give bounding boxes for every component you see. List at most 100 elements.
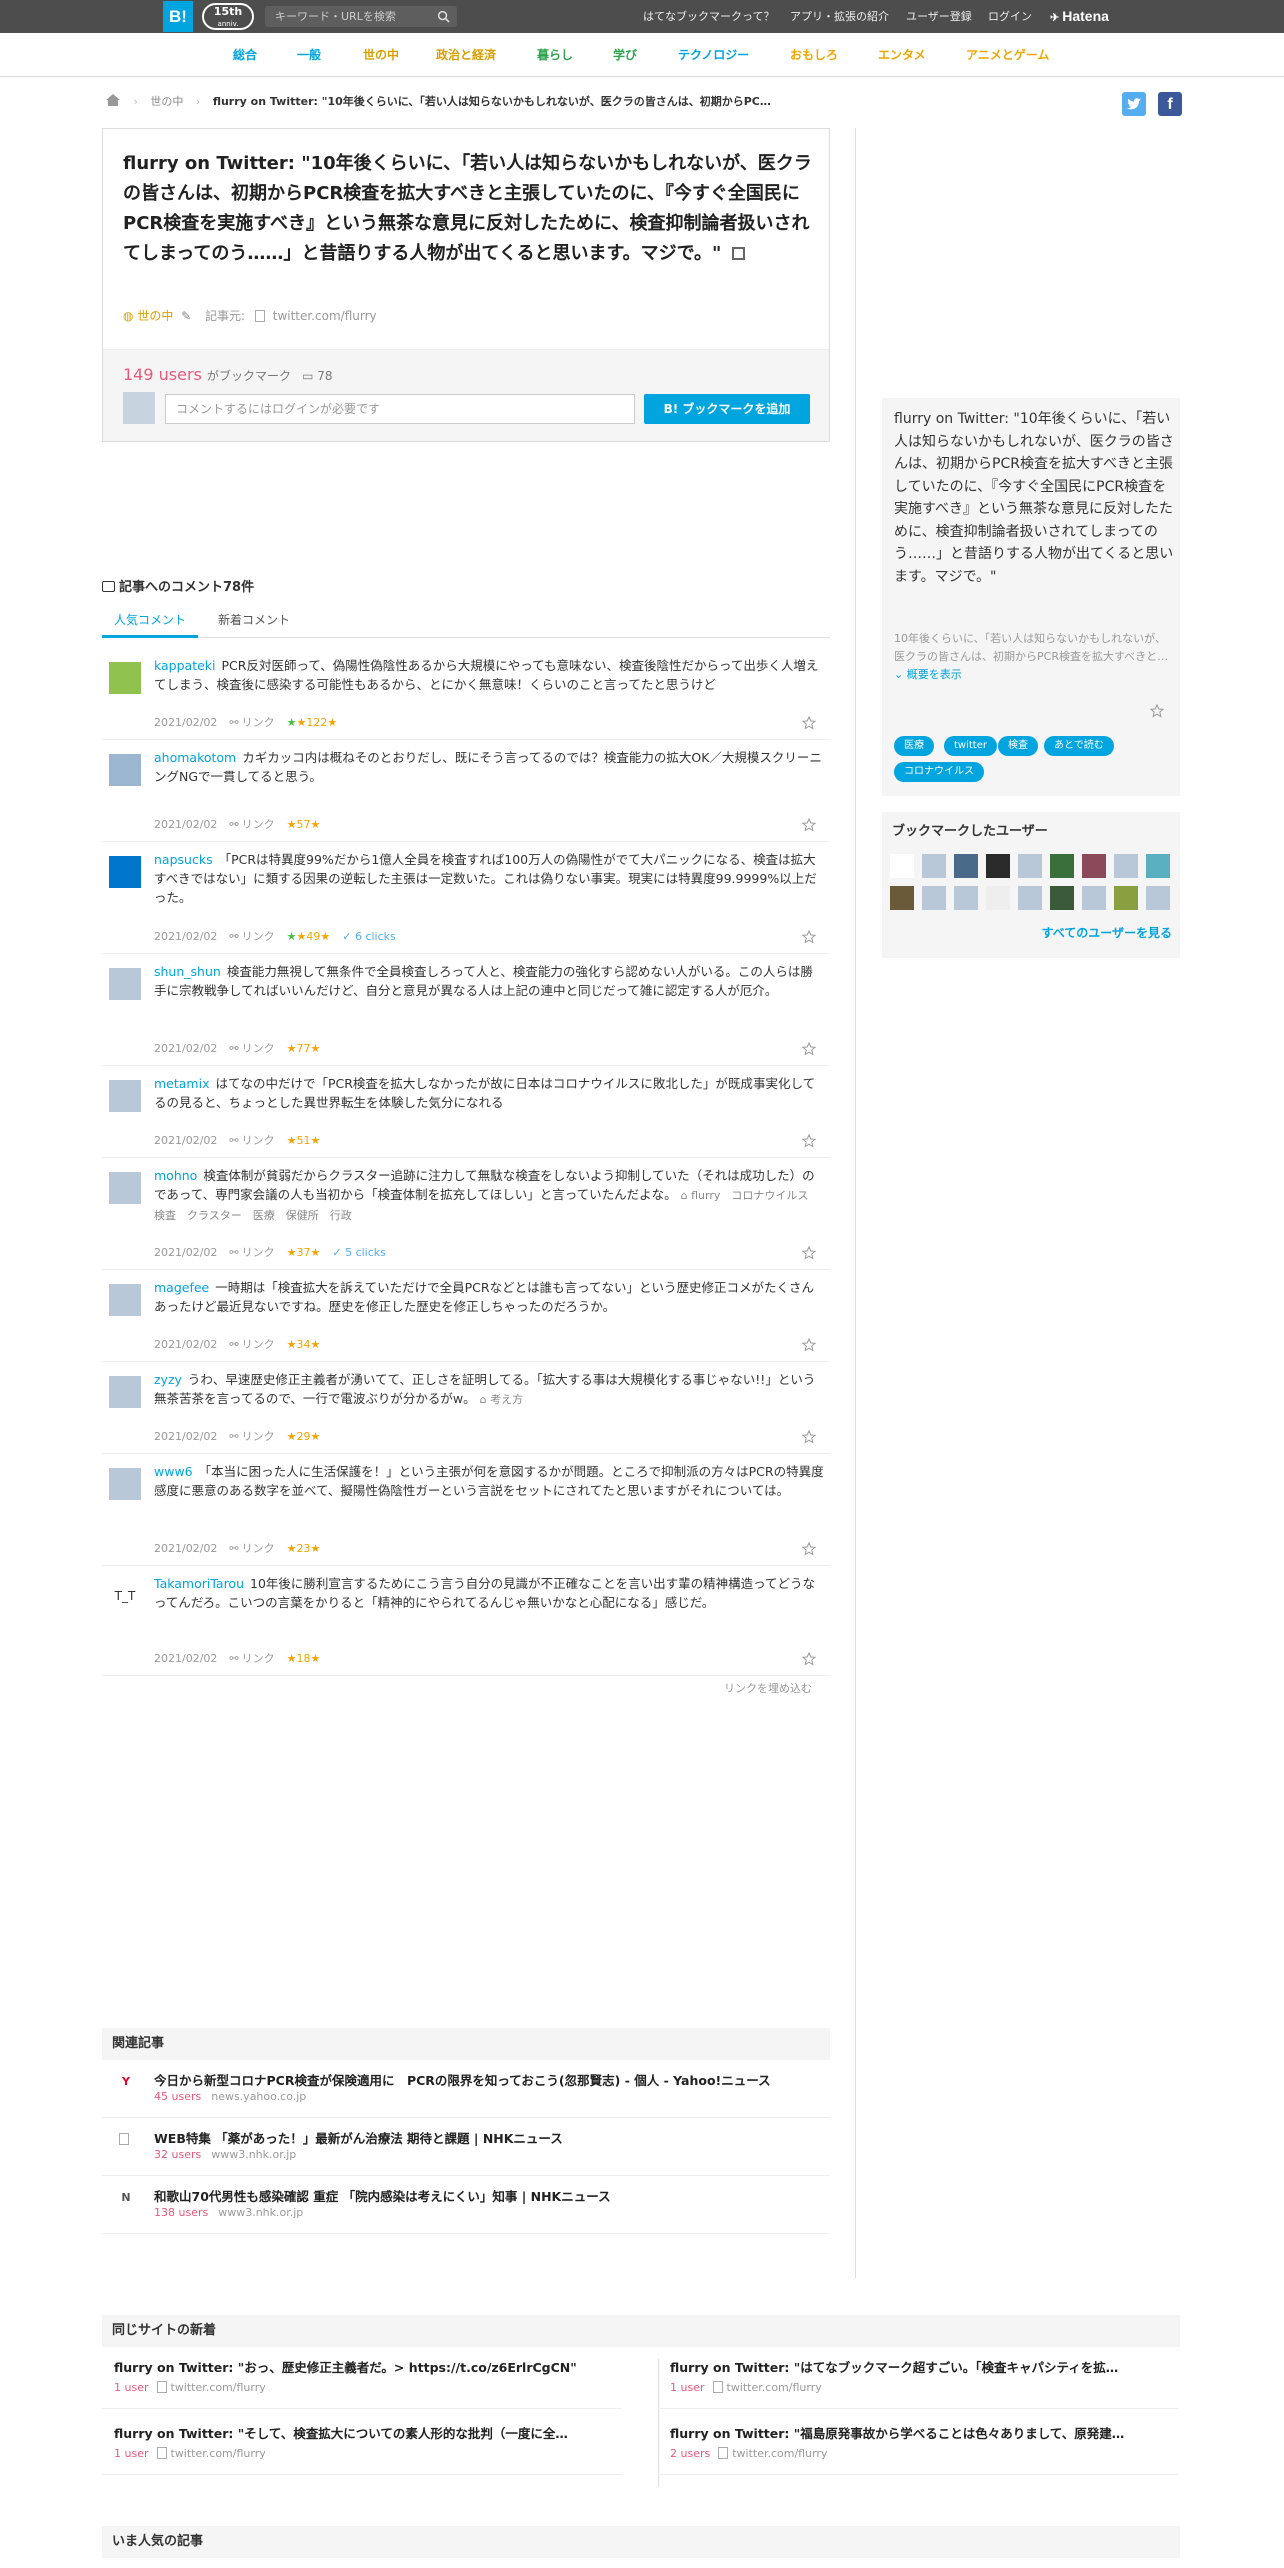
see-all-users-link[interactable]: すべてのユーザーを見る bbox=[1042, 924, 1172, 941]
show-summary-link[interactable]: ⌄ 概要を表示 bbox=[894, 668, 962, 681]
comment-permalink[interactable]: リンク bbox=[242, 1542, 275, 1555]
summary-title[interactable]: flurry on Twitter: "10年後くらいに、「若い人は知らないかも… bbox=[894, 408, 1174, 588]
star-count[interactable]: ★18★ bbox=[287, 1652, 321, 1665]
star-add-icon[interactable] bbox=[801, 715, 817, 730]
related-users[interactable]: 45 users bbox=[154, 2090, 201, 2103]
avatar[interactable] bbox=[109, 1376, 141, 1408]
cat-entertainment[interactable]: エンタメ bbox=[878, 33, 926, 77]
user-avatar[interactable] bbox=[890, 886, 914, 910]
star-count[interactable]: ★51★ bbox=[287, 1134, 321, 1147]
cat-game[interactable]: アニメとゲーム bbox=[966, 33, 1049, 77]
comment-permalink[interactable]: リンク bbox=[242, 1338, 275, 1351]
home-icon[interactable] bbox=[105, 93, 121, 107]
comment-user[interactable]: napsucks bbox=[154, 852, 213, 867]
user-avatar[interactable] bbox=[1114, 886, 1138, 910]
star-add-icon[interactable] bbox=[801, 1337, 817, 1352]
same-site-item[interactable]: flurry on Twitter: "おっ、歴史修正主義者だ。> https:… bbox=[102, 2347, 622, 2409]
cat-economics[interactable]: 政治と経済 bbox=[436, 33, 496, 77]
comment-user[interactable]: TakamoriTarou bbox=[154, 1576, 244, 1591]
same-site-item[interactable]: flurry on Twitter: "はてなブックマーク超すごい。「検査キャパ… bbox=[658, 2347, 1178, 2409]
tag-medical[interactable]: 医療 bbox=[894, 736, 934, 756]
star-count[interactable]: ★37★ bbox=[287, 1246, 321, 1259]
same-site-title[interactable]: flurry on Twitter: "はてなブックマーク超すごい。「検査キャパ… bbox=[670, 2357, 1170, 2376]
comment-permalink[interactable]: リンク bbox=[242, 716, 275, 729]
related-item[interactable]: Y 今日から新型コロナPCR検査が保険適用に PCRの限界を知っておこう(忽那賢志… bbox=[102, 2060, 830, 2118]
tab-popular-comments[interactable]: 人気コメント bbox=[102, 604, 199, 638]
click-count[interactable]: ✓ 6 clicks bbox=[342, 930, 396, 943]
cat-social[interactable]: 世の中 bbox=[363, 33, 399, 77]
tab-new-comments[interactable]: 新着コメント bbox=[206, 604, 302, 638]
add-bookmark-button[interactable]: B! ブックマークを追加 bbox=[644, 394, 810, 424]
comment-user[interactable]: mohno bbox=[154, 1168, 197, 1183]
star-add-icon[interactable] bbox=[801, 929, 817, 944]
user-avatar[interactable] bbox=[1018, 886, 1042, 910]
cat-knowledge[interactable]: 学び bbox=[613, 33, 637, 77]
register-link[interactable]: ユーザー登録 bbox=[906, 0, 972, 33]
comment-permalink[interactable]: リンク bbox=[242, 930, 275, 943]
star-add-icon[interactable] bbox=[801, 1541, 817, 1556]
avatar[interactable]: T_T bbox=[109, 1580, 141, 1612]
entry-category[interactable]: 世の中 bbox=[137, 309, 173, 323]
same-site-users[interactable]: 1 user bbox=[670, 2381, 705, 2394]
user-avatar[interactable] bbox=[1050, 886, 1074, 910]
twitter-share-icon[interactable] bbox=[1122, 92, 1146, 116]
star-add-icon[interactable] bbox=[801, 817, 817, 832]
comment-user[interactable]: www6 bbox=[154, 1464, 193, 1479]
comment-permalink[interactable]: リンク bbox=[242, 1652, 275, 1665]
entry-source[interactable]: twitter.com/flurry bbox=[273, 309, 377, 323]
comment-permalink[interactable]: リンク bbox=[242, 818, 275, 831]
same-site-users[interactable]: 1 user bbox=[114, 2447, 149, 2460]
user-avatar[interactable] bbox=[954, 886, 978, 910]
related-item[interactable]: WEB特集 「薬があった！」最新がん治療法 期待と課題 | NHKニュース 32 … bbox=[102, 2118, 830, 2176]
same-site-title[interactable]: flurry on Twitter: "おっ、歴史修正主義者だ。> https:… bbox=[114, 2357, 614, 2376]
same-site-title[interactable]: flurry on Twitter: "そして、検査拡大についての素人形的な批判… bbox=[114, 2423, 614, 2442]
comment-user[interactable]: magefee bbox=[154, 1280, 209, 1295]
comment-user[interactable]: shun_shun bbox=[154, 964, 221, 979]
user-avatar[interactable] bbox=[1082, 886, 1106, 910]
star-count[interactable]: ★57★ bbox=[287, 818, 321, 831]
star-count[interactable]: ★34★ bbox=[287, 1338, 321, 1351]
search-icon[interactable] bbox=[437, 10, 450, 23]
user-avatar[interactable] bbox=[986, 886, 1010, 910]
star-add-icon[interactable] bbox=[801, 1133, 817, 1148]
star-count[interactable]: ★★49★ bbox=[287, 930, 331, 943]
cat-general[interactable]: 一般 bbox=[297, 33, 321, 77]
related-title[interactable]: 和歌山70代男性も感染確認 重症 「院内感染は考えにくい」知事 | NHKニュー… bbox=[154, 2186, 611, 2205]
star-count[interactable]: ★★122★ bbox=[287, 716, 338, 729]
star-count[interactable]: ★77★ bbox=[287, 1042, 321, 1055]
same-site-users[interactable]: 1 user bbox=[114, 2381, 149, 2394]
user-avatar[interactable] bbox=[1146, 854, 1170, 878]
star-add-icon[interactable] bbox=[1150, 704, 1164, 718]
user-avatar[interactable] bbox=[922, 886, 946, 910]
star-add-icon[interactable] bbox=[801, 1041, 817, 1056]
avatar[interactable] bbox=[109, 856, 141, 888]
same-site-users[interactable]: 2 users bbox=[670, 2447, 710, 2460]
user-avatar[interactable] bbox=[1146, 886, 1170, 910]
anniversary-logo[interactable]: 15th anniv. bbox=[202, 3, 254, 30]
cat-all[interactable]: 総合 bbox=[233, 33, 257, 77]
related-title[interactable]: WEB特集 「薬があった！」最新がん治療法 期待と課題 | NHKニュース bbox=[154, 2128, 563, 2147]
user-avatar[interactable] bbox=[1082, 854, 1106, 878]
cat-it[interactable]: テクノロジー bbox=[678, 33, 749, 77]
facebook-share-icon[interactable]: f bbox=[1158, 92, 1182, 116]
related-title[interactable]: 今日から新型コロナPCR検査が保険適用に PCRの限界を知っておこう(忽那賢志)… bbox=[154, 2070, 771, 2089]
click-count[interactable]: ✓ 5 clicks bbox=[332, 1246, 386, 1259]
cat-fun[interactable]: おもしろ bbox=[790, 33, 838, 77]
comment-count[interactable]: ▭ 78 bbox=[302, 369, 332, 383]
user-avatar[interactable] bbox=[954, 854, 978, 878]
related-item[interactable]: N 和歌山70代男性も感染確認 重症 「院内感染は考えにくい」知事 | NHKニュ… bbox=[102, 2176, 830, 2234]
comment-permalink[interactable]: リンク bbox=[242, 1430, 275, 1443]
hatena-bookmark-logo[interactable]: B! bbox=[163, 1, 193, 32]
user-avatar[interactable] bbox=[1050, 854, 1074, 878]
avatar[interactable] bbox=[109, 1080, 141, 1112]
avatar[interactable] bbox=[109, 662, 141, 694]
comment-input[interactable]: コメントするにはログインが必要です bbox=[165, 394, 635, 424]
avatar[interactable] bbox=[109, 1468, 141, 1500]
same-site-title[interactable]: flurry on Twitter: "福島原発事故から学べることは色々ありまし… bbox=[670, 2423, 1170, 2442]
cat-life[interactable]: 暮らし bbox=[537, 33, 573, 77]
star-count[interactable]: ★23★ bbox=[287, 1542, 321, 1555]
related-users[interactable]: 138 users bbox=[154, 2206, 208, 2219]
star-add-icon[interactable] bbox=[801, 1429, 817, 1444]
comment-permalink[interactable]: リンク bbox=[242, 1042, 275, 1055]
avatar[interactable] bbox=[109, 754, 141, 786]
